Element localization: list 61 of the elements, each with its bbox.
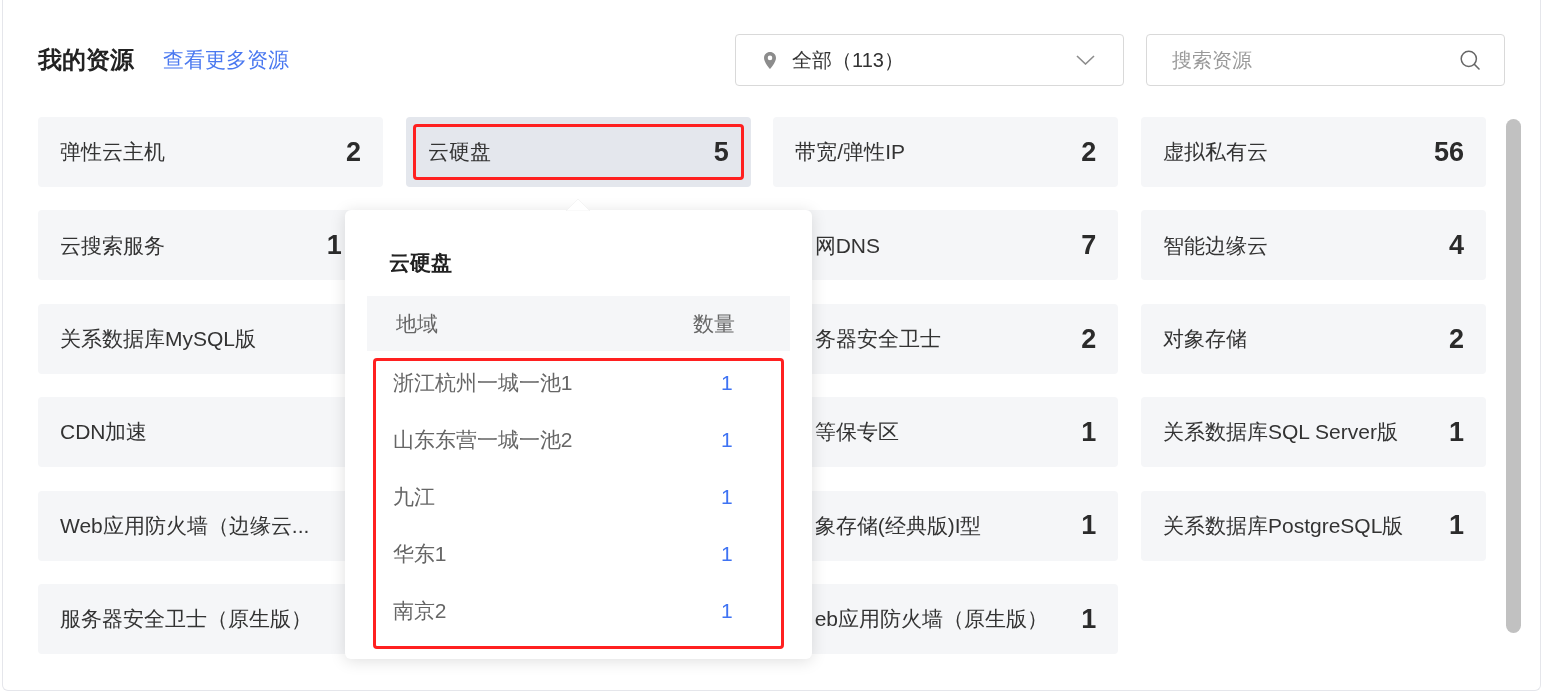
resource-count: 1 (1081, 509, 1097, 543)
popover-title: 云硬盘 (388, 250, 452, 276)
resource-count: 4 (1448, 229, 1464, 263)
resource-name: 虚拟私有云 (1162, 139, 1268, 166)
resource-name: 等保专区 (814, 419, 899, 446)
resource-card[interactable]: 带宽/弹性IP 2 (773, 117, 1119, 187)
count-link[interactable]: 1 (720, 480, 733, 513)
resource-count: 1 (1448, 509, 1464, 543)
region-cell-text: 华东1 (392, 540, 447, 567)
resource-name: 关系数据库MySQL版 (60, 326, 256, 353)
resource-name: 服务器安全卫士（原生版） (60, 606, 312, 633)
scrollbar-thumb[interactable] (1505, 119, 1521, 633)
resource-count: 7 (1081, 229, 1097, 263)
resource-name: 关系数据库SQL Server版 (1162, 419, 1398, 446)
resource-count: 56 (1433, 135, 1464, 169)
resource-name: 云硬盘 (427, 139, 491, 166)
resource-name: 关系数据库PostgreSQL版 (1162, 512, 1404, 539)
resource-name: 弹性云主机 (60, 139, 165, 166)
resource-name: 智能边缘云 (1162, 232, 1268, 259)
resource-count: 2 (1081, 135, 1097, 169)
resource-name: Web应用防火墙（边缘云... (60, 512, 310, 539)
search-icon[interactable] (1460, 50, 1480, 70)
resource-name: 对象存储 (1162, 326, 1247, 353)
resource-card[interactable]: 对象存储 2 (1140, 303, 1486, 374)
resource-card[interactable]: 云硬盘 5 (405, 117, 751, 187)
resource-name: eb应用防火墙（原生版） (814, 606, 1048, 633)
resource-name: 象存储(经典版)I型 (814, 512, 982, 539)
region-cell-text: 浙江杭州一城一池1 (392, 369, 573, 396)
region-cell-text: 九江 (392, 483, 435, 510)
resource-count: 2 (1081, 322, 1097, 356)
resource-name: 网DNS (814, 232, 880, 259)
count-link[interactable]: 1 (720, 537, 733, 570)
resource-count: 1 (1081, 602, 1097, 636)
resource-name: CDN加速 (60, 419, 148, 446)
resource-card[interactable]: 关系数据库PostgreSQL版 1 (1140, 490, 1486, 561)
count-link[interactable]: 1 (720, 594, 733, 627)
resource-count: 1 (326, 229, 342, 263)
column-header: 数量 (692, 310, 735, 337)
count-link[interactable]: 1 (720, 423, 733, 456)
count-link[interactable]: 1 (720, 366, 733, 399)
resource-card[interactable]: 虚拟私有云 56 (1140, 117, 1486, 187)
more-resources-link[interactable]: 查看更多资源 (163, 47, 289, 73)
resource-count: 2 (1448, 322, 1464, 356)
resource-count: 2 (345, 135, 361, 169)
region-dropdown[interactable]: 全部（113） (735, 34, 1124, 86)
resource-name: 务器安全卫士 (814, 326, 941, 353)
resource-name: 云搜索服务 (60, 232, 165, 259)
resource-count: 5 (713, 135, 729, 169)
region-cell-text: 南京2 (392, 597, 447, 624)
resource-card[interactable]: 智能边缘云 4 (1140, 210, 1486, 281)
resource-count: 1 (1081, 415, 1097, 449)
column-header: 地域 (395, 310, 438, 337)
location-pin-icon (764, 51, 776, 69)
search-field[interactable]: 搜索资源 (1146, 34, 1505, 86)
resource-card[interactable]: 关系数据库SQL Server版 1 (1140, 397, 1486, 468)
resource-card[interactable]: 弹性云主机 2 (38, 117, 383, 187)
resource-count: 1 (1448, 415, 1464, 449)
region-cell-text: 山东东营一城一池2 (392, 426, 573, 453)
resource-name: 带宽/弹性IP (795, 139, 905, 166)
chevron-down-icon (1076, 55, 1095, 65)
section-title: 我的资源 (38, 45, 134, 75)
